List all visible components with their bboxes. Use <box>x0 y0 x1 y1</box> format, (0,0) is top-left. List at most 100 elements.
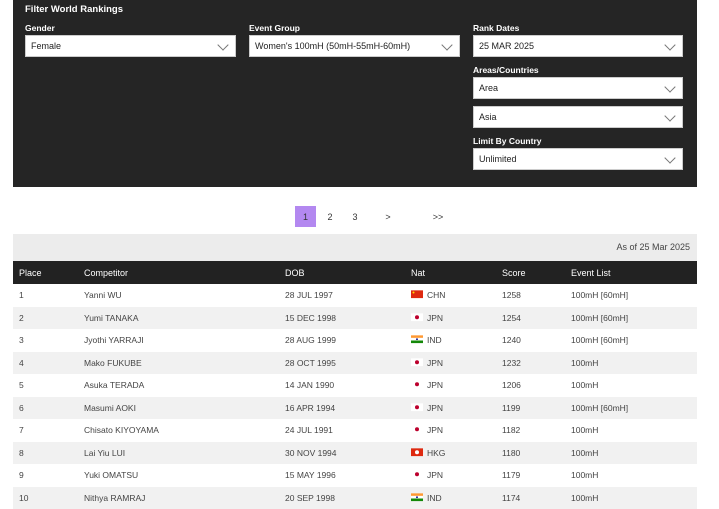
header-nat: Nat <box>411 268 425 278</box>
dob: 15 DEC 1998 <box>285 313 336 323</box>
competitor-name[interactable]: Jyothi YARRAJI <box>84 335 144 345</box>
event-list: 100mH [60mH] <box>571 403 628 413</box>
dob: 28 JUL 1997 <box>285 290 333 300</box>
table-header: Place Competitor DOB Nat Score Event Lis… <box>13 261 697 284</box>
chevron-down-icon <box>441 39 452 50</box>
place: 5 <box>19 380 24 390</box>
nationality: JPN <box>427 470 443 480</box>
nationality: JPN <box>427 425 443 435</box>
chevron-down-icon <box>664 81 675 92</box>
area-type-select[interactable]: Area <box>473 77 683 99</box>
event-list: 100mH <box>571 470 598 480</box>
nationality: HKG <box>427 448 445 458</box>
as-of-bar: As of 25 Mar 2025 <box>13 234 697 261</box>
header-event-list: Event List <box>571 268 611 278</box>
flag-icon <box>411 335 423 343</box>
table-row[interactable]: 10 Nithya RAMRAJ 20 SEP 1998 IND 1174 10… <box>13 487 697 509</box>
last-page-button[interactable]: >> <box>428 206 448 227</box>
limit-label: Limit By Country <box>473 136 541 146</box>
event-list: 100mH <box>571 425 598 435</box>
dob: 20 SEP 1998 <box>285 493 335 503</box>
flag-icon <box>411 358 423 366</box>
rank-dates-label: Rank Dates <box>473 23 519 33</box>
competitor-name[interactable]: Mako FUKUBE <box>84 358 142 368</box>
dob: 28 AUG 1999 <box>285 335 336 345</box>
as-of-date: As of 25 Mar 2025 <box>616 242 690 252</box>
dob: 15 MAY 1996 <box>285 470 336 480</box>
table-row[interactable]: 8 Lai Yiu LUI 30 NOV 1994 HKG 1180 100mH <box>13 442 697 465</box>
table-row[interactable]: 4 Mako FUKUBE 28 OCT 1995 JPN 1232 100mH <box>13 352 697 375</box>
score: 1254 <box>502 313 521 323</box>
event-group-label: Event Group <box>249 23 300 33</box>
event-group-select[interactable]: Women's 100mH (50mH-55mH-60mH) <box>249 35 460 57</box>
header-competitor: Competitor <box>84 268 128 278</box>
page-3-button[interactable]: 3 <box>347 206 363 227</box>
filter-title: Filter World Rankings <box>25 4 123 15</box>
competitor-name[interactable]: Asuka TERADA <box>84 380 144 390</box>
rank-dates-select[interactable]: 25 MAR 2025 <box>473 35 683 57</box>
score: 1174 <box>502 493 520 503</box>
filter-panel: Filter World Rankings Gender Female Even… <box>13 0 697 187</box>
rank-dates-value: 25 MAR 2025 <box>479 41 534 51</box>
table-row[interactable]: 6 Masumi AOKI 16 APR 1994 JPN 1199 100mH… <box>13 397 697 420</box>
competitor-name[interactable]: Lai Yiu LUI <box>84 448 125 458</box>
dob: 28 OCT 1995 <box>285 358 336 368</box>
event-list: 100mH <box>571 358 598 368</box>
competitor-name[interactable]: Yanni WU <box>84 290 122 300</box>
score: 1232 <box>502 358 521 368</box>
flag-icon <box>411 290 423 298</box>
nationality: JPN <box>427 403 443 413</box>
place: 7 <box>19 425 24 435</box>
flag-icon <box>411 403 423 411</box>
event-list: 100mH <box>571 380 598 390</box>
limit-value: Unlimited <box>479 154 517 164</box>
nationality: JPN <box>427 380 443 390</box>
competitor-name[interactable]: Chisato KIYOYAMA <box>84 425 159 435</box>
score: 1180 <box>502 448 520 458</box>
competitor-name[interactable]: Yuki OMATSU <box>84 470 138 480</box>
place: 3 <box>19 335 24 345</box>
table-row[interactable]: 5 Asuka TERADA 14 JAN 1990 JPN 1206 100m… <box>13 374 697 397</box>
dob: 30 NOV 1994 <box>285 448 337 458</box>
chevron-down-icon <box>664 110 675 121</box>
gender-label: Gender <box>25 23 55 33</box>
competitor-name[interactable]: Yumi TANAKA <box>84 313 138 323</box>
area-select[interactable]: Asia <box>473 106 683 128</box>
limit-select[interactable]: Unlimited <box>473 148 683 170</box>
place: 6 <box>19 403 24 413</box>
flag-icon <box>411 313 423 321</box>
flag-icon <box>411 380 423 388</box>
nationality: IND <box>427 493 442 503</box>
chevron-down-icon <box>664 152 675 163</box>
nationality: IND <box>427 335 442 345</box>
nationality: JPN <box>427 313 443 323</box>
place: 1 <box>19 290 24 300</box>
nationality: CHN <box>427 290 445 300</box>
event-list: 100mH [60mH] <box>571 313 628 323</box>
table-row[interactable]: 9 Yuki OMATSU 15 MAY 1996 JPN 1179 100mH <box>13 464 697 487</box>
competitor-name[interactable]: Masumi AOKI <box>84 403 136 413</box>
next-page-button[interactable]: > <box>380 206 396 227</box>
table-row[interactable]: 7 Chisato KIYOYAMA 24 JUL 1991 JPN 1182 … <box>13 419 697 442</box>
score: 1206 <box>502 380 521 390</box>
place: 4 <box>19 358 24 368</box>
chevron-down-icon <box>664 39 675 50</box>
dob: 16 APR 1994 <box>285 403 335 413</box>
table-row[interactable]: 1 Yanni WU 28 JUL 1997 CHN 1258 100mH [6… <box>13 284 697 307</box>
table-row[interactable]: 2 Yumi TANAKA 15 DEC 1998 JPN 1254 100mH… <box>13 307 697 330</box>
nationality: JPN <box>427 358 443 368</box>
competitor-name[interactable]: Nithya RAMRAJ <box>84 493 145 503</box>
table-row[interactable]: 3 Jyothi YARRAJI 28 AUG 1999 IND 1240 10… <box>13 329 697 352</box>
place: 9 <box>19 470 24 480</box>
score: 1182 <box>502 425 520 435</box>
gender-select[interactable]: Female <box>25 35 236 57</box>
flag-icon <box>411 493 423 501</box>
page-1-button[interactable]: 1 <box>295 206 316 227</box>
page-2-button[interactable]: 2 <box>322 206 338 227</box>
area-type-value: Area <box>479 83 498 93</box>
flag-icon <box>411 470 423 478</box>
header-dob: DOB <box>285 268 305 278</box>
score: 1199 <box>502 403 520 413</box>
areas-label: Areas/Countries <box>473 65 539 75</box>
header-score: Score <box>502 268 526 278</box>
